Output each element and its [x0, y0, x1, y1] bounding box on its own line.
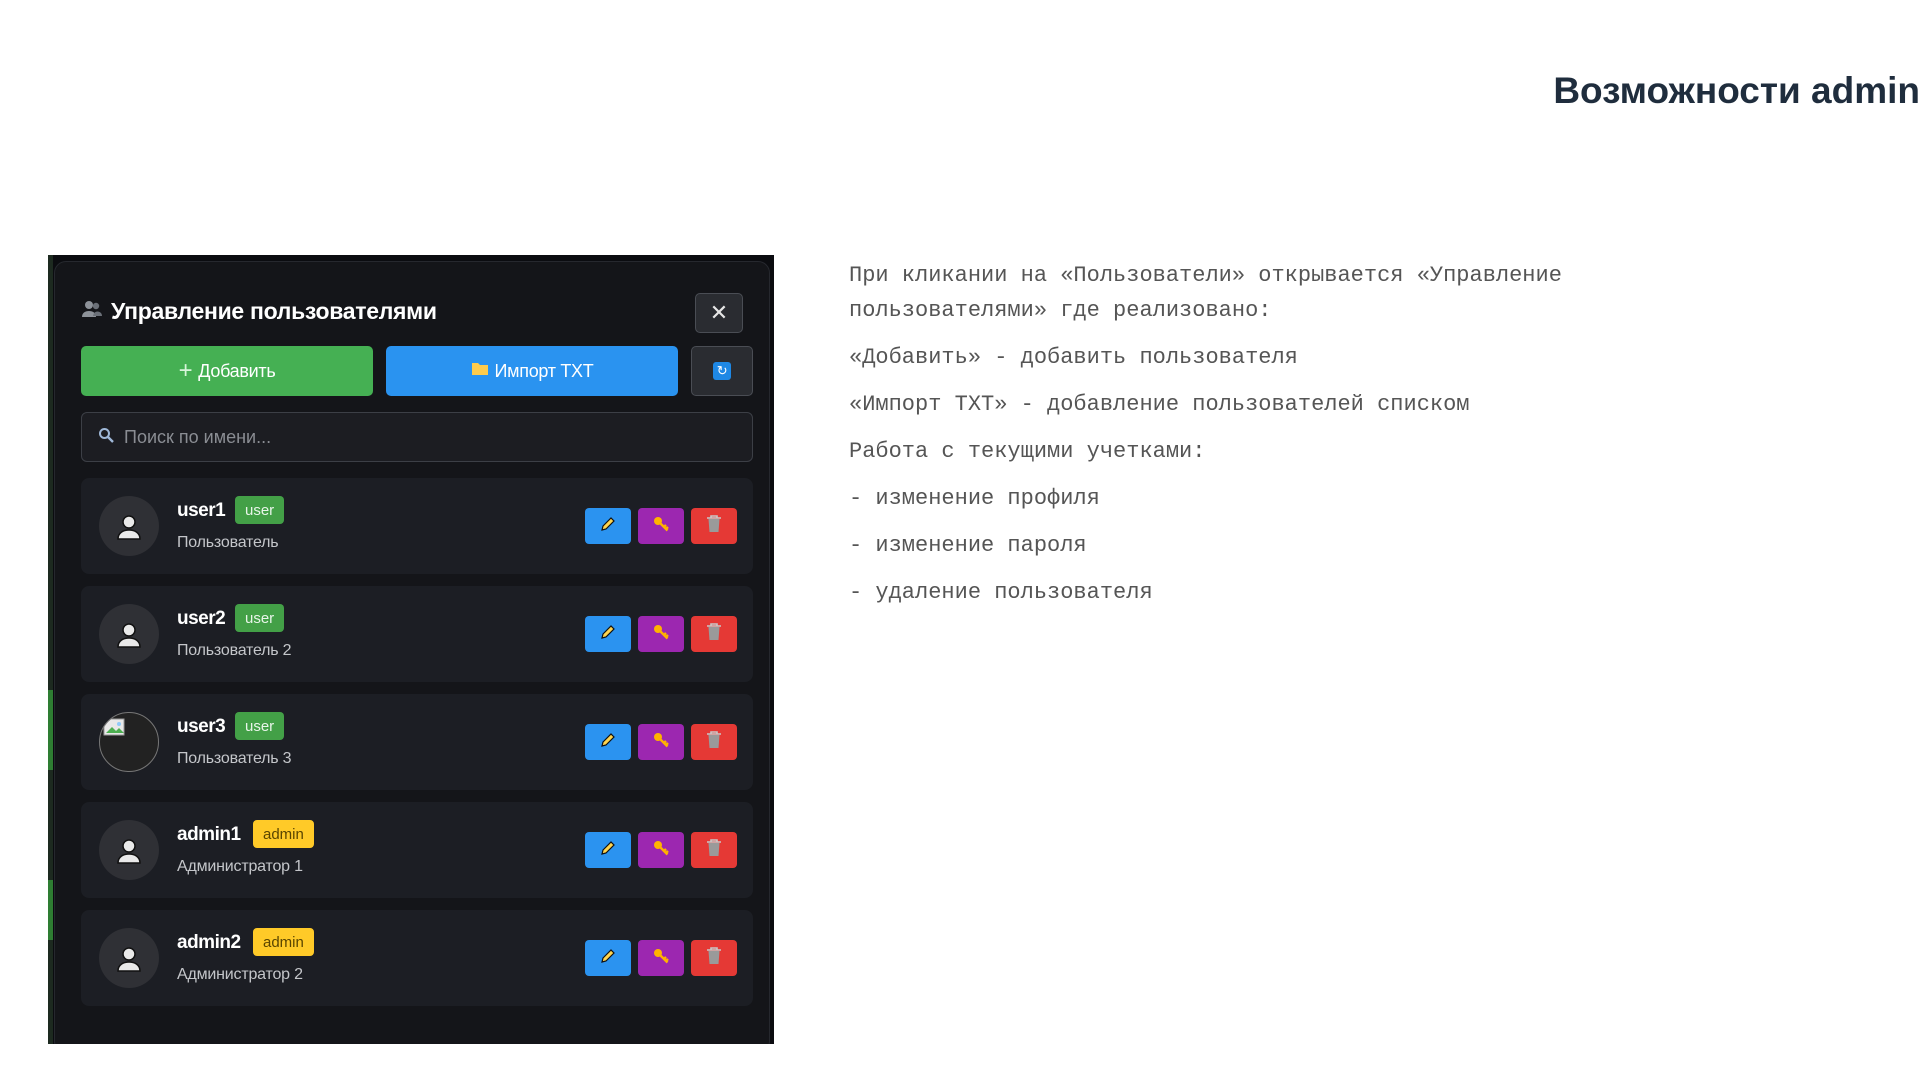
- change-password-button[interactable]: [638, 616, 684, 652]
- pencil-icon: [598, 946, 618, 971]
- username: user2: [177, 608, 226, 629]
- edit-profile-button[interactable]: [585, 832, 631, 868]
- key-icon: [651, 838, 671, 863]
- description-intro: При кликании на «Пользователи» открывает…: [849, 263, 1562, 323]
- description-item: - изменение пароля: [849, 533, 1087, 558]
- description-item: - изменение профиля: [849, 486, 1100, 511]
- key-icon: [651, 946, 671, 971]
- change-password-button[interactable]: [638, 508, 684, 544]
- refresh-button[interactable]: ↻: [691, 346, 753, 396]
- username: user3: [177, 716, 226, 737]
- user-row: user1 user Пользователь: [81, 478, 753, 574]
- delete-user-button[interactable]: [691, 724, 737, 760]
- change-password-button[interactable]: [638, 724, 684, 760]
- description-add: «Добавить» - добавить пользователя: [849, 345, 1298, 370]
- avatar: [99, 928, 159, 988]
- modal-title: Управление пользователями: [111, 298, 437, 324]
- trash-icon: [705, 514, 723, 539]
- search-input[interactable]: [122, 425, 706, 449]
- user-avatar-icon: [117, 515, 141, 540]
- description-work: Работа с текущими учетками:: [849, 439, 1206, 464]
- row-actions: [585, 508, 737, 544]
- row-actions: [585, 616, 737, 652]
- row-actions: [585, 832, 737, 868]
- delete-user-button[interactable]: [691, 616, 737, 652]
- full-name: Администратор 1: [177, 858, 303, 875]
- pencil-icon: [598, 838, 618, 863]
- user-row: user2 user Пользователь 2: [81, 586, 753, 682]
- delete-user-button[interactable]: [691, 940, 737, 976]
- role-badge: admin: [253, 820, 314, 848]
- username: admin1: [177, 824, 241, 845]
- user-row: admin1 admin Администратор 1: [81, 802, 753, 898]
- user-management-modal: Управление пользователями ✕ + Добавить И…: [54, 261, 770, 1044]
- change-password-button[interactable]: [638, 832, 684, 868]
- edit-profile-button[interactable]: [585, 724, 631, 760]
- import-txt-button[interactable]: Импорт TXT: [386, 346, 678, 396]
- avatar: [99, 712, 159, 772]
- trash-icon: [705, 838, 723, 863]
- avatar: [99, 820, 159, 880]
- refresh-icon: ↻: [713, 362, 731, 380]
- key-icon: [651, 622, 671, 647]
- edit-profile-button[interactable]: [585, 940, 631, 976]
- role-badge: admin: [253, 928, 314, 956]
- pencil-icon: [598, 514, 618, 539]
- user-avatar-icon: [117, 839, 141, 864]
- role-badge: user: [235, 604, 285, 632]
- user-avatar-icon: [117, 623, 141, 648]
- pencil-icon: [598, 622, 618, 647]
- background-edge: [48, 255, 53, 1044]
- add-user-button[interactable]: + Добавить: [81, 346, 373, 396]
- row-actions: [585, 724, 737, 760]
- trash-icon: [705, 730, 723, 755]
- description-import: «Импорт TXT» - добавление пользователей …: [849, 392, 1470, 417]
- key-icon: [651, 730, 671, 755]
- full-name: Пользователь 2: [177, 642, 292, 659]
- delete-user-button[interactable]: [691, 832, 737, 868]
- username: user1: [177, 500, 226, 521]
- username: admin2: [177, 932, 241, 953]
- trash-icon: [705, 622, 723, 647]
- full-name: Пользователь 3: [177, 750, 292, 767]
- close-button[interactable]: ✕: [695, 293, 743, 333]
- user-management-screenshot: Управление пользователями ✕ + Добавить И…: [48, 255, 774, 1044]
- row-actions: [585, 940, 737, 976]
- avatar: [99, 604, 159, 664]
- edit-profile-button[interactable]: [585, 508, 631, 544]
- description-item: - удаление пользователя: [849, 580, 1153, 605]
- toolbar: + Добавить Импорт TXT ↻: [81, 346, 753, 396]
- trash-icon: [705, 946, 723, 971]
- avatar: [99, 496, 159, 556]
- search-box: [81, 412, 753, 462]
- user-avatar-icon: [117, 947, 141, 972]
- description: При кликании на «Пользователи» открывает…: [849, 258, 1749, 610]
- modal-header: Управление пользователями: [81, 298, 437, 325]
- close-icon: ✕: [709, 300, 729, 325]
- plus-icon: +: [178, 357, 193, 384]
- import-txt-label: Импорт TXT: [494, 360, 594, 381]
- add-user-label: Добавить: [198, 360, 276, 381]
- delete-user-button[interactable]: [691, 508, 737, 544]
- search-icon: [98, 427, 114, 448]
- pencil-icon: [598, 730, 618, 755]
- folder-icon: [471, 361, 489, 381]
- edit-profile-button[interactable]: [585, 616, 631, 652]
- user-row: admin2 admin Администратор 2: [81, 910, 753, 1006]
- slide-title: Возможности admin: [1553, 70, 1920, 111]
- full-name: Пользователь: [177, 534, 279, 551]
- broken-image-icon: [103, 718, 125, 736]
- key-icon: [651, 514, 671, 539]
- role-badge: user: [235, 712, 285, 740]
- change-password-button[interactable]: [638, 940, 684, 976]
- role-badge: user: [235, 496, 285, 524]
- full-name: Администратор 2: [177, 966, 303, 983]
- users-icon: [81, 299, 103, 325]
- user-row: user3 user Пользователь 3: [81, 694, 753, 790]
